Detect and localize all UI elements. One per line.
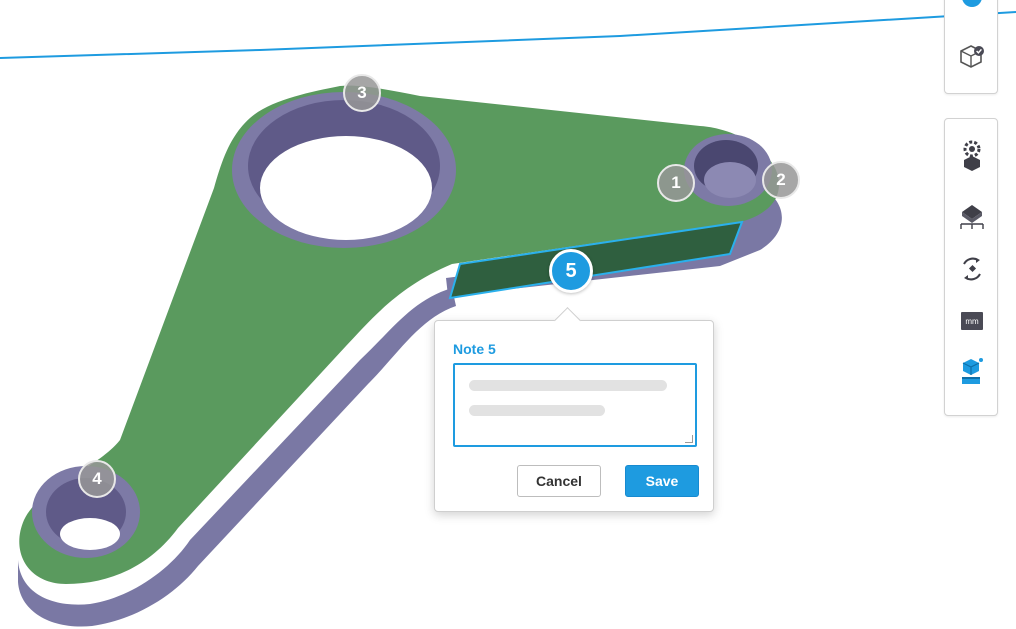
rotate-button[interactable] [956, 253, 988, 285]
part-model[interactable] [0, 0, 1016, 629]
3d-viewport[interactable]: 1 2 3 4 5 [0, 0, 1016, 629]
cube-check-icon [960, 45, 984, 68]
note-title: Note 5 [453, 341, 496, 357]
explode-part-button[interactable] [956, 355, 988, 387]
units-icon: mm [961, 312, 983, 330]
cancel-button[interactable]: Cancel [517, 465, 601, 497]
resize-handle[interactable] [685, 435, 693, 443]
settings-button[interactable] [956, 139, 988, 171]
explode-part-icon [962, 358, 983, 384]
view-cube-icon [962, 0, 982, 7]
units-button[interactable]: mm [956, 305, 988, 337]
tools-toolbar: mm [944, 118, 998, 416]
save-button[interactable]: Save [625, 465, 699, 497]
cube-check-button[interactable] [956, 41, 988, 73]
view-cube-button[interactable] [956, 0, 988, 13]
placeholder-line [469, 380, 667, 391]
large-hole [232, 92, 456, 248]
note-marker-2[interactable]: 2 [762, 161, 800, 199]
placeholder-line [469, 405, 605, 416]
measure-surface-icon [960, 205, 984, 229]
note-marker-5[interactable]: 5 [549, 249, 593, 293]
note-marker-3[interactable]: 3 [343, 74, 381, 112]
selection-line [0, 11, 1016, 59]
note-popup: Note 5 Cancel Save [434, 307, 714, 512]
small-hole-right [684, 134, 772, 206]
view-toolbar [944, 0, 998, 94]
note-marker-1[interactable]: 1 [657, 164, 695, 202]
note-marker-4[interactable]: 4 [78, 460, 116, 498]
measure-surface-button[interactable] [956, 201, 988, 233]
note-text-field[interactable] [453, 363, 697, 447]
gear-cube-icon [963, 140, 981, 171]
rotate-icon [963, 257, 981, 281]
